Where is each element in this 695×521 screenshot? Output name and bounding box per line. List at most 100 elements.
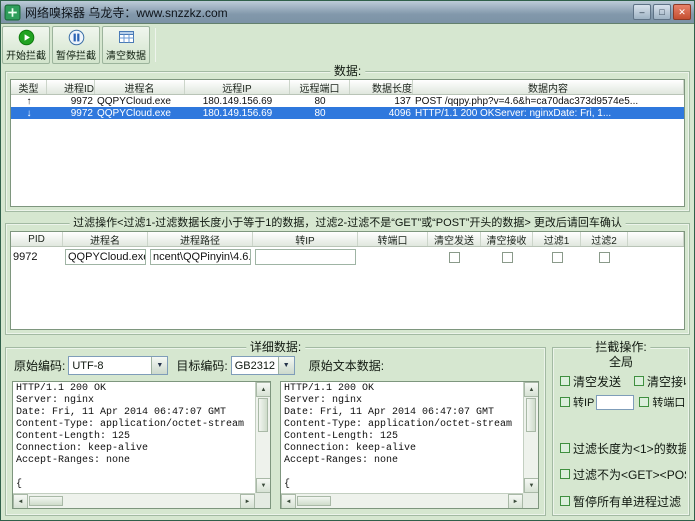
- pause-capture-label: 暂停拦截: [56, 47, 96, 62]
- target-encoding-select[interactable]: GB2312 ▼: [231, 356, 295, 375]
- maximize-button[interactable]: □: [653, 4, 671, 20]
- titlebar[interactable]: 网络嗅探器 乌龙寺：www.snzzkz.com – □ ✕: [1, 1, 694, 24]
- filter-row[interactable]: 9972 QQPYCloud.exe ncent\QQPinyin\4.6.: [11, 247, 684, 267]
- column-header-pid[interactable]: 进程ID: [47, 80, 95, 94]
- global-clear-send-checkbox[interactable]: [560, 376, 570, 386]
- global-label: 全局: [609, 353, 633, 369]
- packet-direction-icon: ↓: [11, 107, 47, 119]
- packet-row[interactable]: ↑ 9972 QQPYCloud.exe 180.149.156.69 80 1…: [11, 95, 684, 107]
- filter-redirect-port-cell[interactable]: [358, 247, 428, 267]
- scrollbar-track[interactable]: [256, 397, 270, 478]
- filter-filter1-checkbox[interactable]: [552, 252, 563, 263]
- packet-pid: 9972: [47, 107, 95, 119]
- filter-process-field[interactable]: QQPYCloud.exe: [65, 249, 146, 265]
- column-header-filter1[interactable]: 过滤1: [533, 232, 581, 246]
- packet-content: HTTP/1.1 200 OKServer: nginxDate: Fri, 1…: [413, 107, 684, 119]
- filter-clear-recv-checkbox[interactable]: [502, 252, 513, 263]
- clear-data-button[interactable]: 清空数据: [102, 26, 150, 64]
- filter-clear-send-checkbox[interactable]: [449, 252, 460, 263]
- column-header-content[interactable]: 数据内容: [413, 80, 684, 94]
- minimize-button[interactable]: –: [633, 4, 651, 20]
- scroll-up-icon[interactable]: ▲: [524, 382, 539, 397]
- source-encoding-select[interactable]: UTF-8 ▼: [68, 356, 168, 375]
- scrollbar-thumb[interactable]: [29, 496, 63, 506]
- global-clear-recv-label: 清空接收: [647, 373, 686, 389]
- chevron-down-icon[interactable]: ▼: [278, 357, 294, 374]
- column-header-process[interactable]: 进程名: [63, 232, 148, 246]
- packet-table[interactable]: 类型 进程ID 进程名 远程IP 远程端口 数据长度 数据内容 ↑ 9972 Q…: [10, 79, 685, 207]
- start-capture-icon: [18, 29, 35, 46]
- pause-capture-button[interactable]: 暂停拦截: [52, 26, 100, 64]
- filter-group: 过滤操作<过滤1-过滤数据长度小于等于1的数据，过滤2-过滤不是“GET”或“P…: [5, 223, 690, 335]
- column-header-type[interactable]: 类型: [11, 80, 47, 94]
- filter-prefix-checkbox[interactable]: [560, 469, 570, 479]
- raw-text-pane[interactable]: HTTP/1.1 200 OK Server: nginx Date: Fri,…: [280, 381, 539, 509]
- scroll-up-icon[interactable]: ▲: [256, 382, 271, 397]
- global-redirect-ip-checkbox[interactable]: [560, 397, 570, 407]
- toolbar: 开始拦截 暂停拦截 清空数据: [1, 24, 694, 66]
- clear-data-label: 清空数据: [106, 47, 146, 62]
- horizontal-scrollbar[interactable]: ◄ ►: [13, 493, 255, 508]
- column-header-remote-ip[interactable]: 远程IP: [185, 80, 290, 94]
- filter-redirect-ip-field[interactable]: [255, 249, 356, 265]
- scrollbar-track[interactable]: [524, 397, 538, 478]
- scrollbar-track[interactable]: [28, 494, 240, 508]
- filter-filter2-cell: [581, 247, 628, 267]
- column-header-remote-port[interactable]: 远程端口: [290, 80, 350, 94]
- global-redirect-ip-input[interactable]: [596, 395, 634, 410]
- packet-row-selected[interactable]: ↓ 9972 QQPYCloud.exe 180.149.156.69 80 4…: [11, 107, 684, 119]
- vertical-scrollbar[interactable]: ▲ ▼: [255, 382, 270, 493]
- horizontal-scrollbar[interactable]: ◄ ►: [281, 493, 523, 508]
- global-redirect-row: 转IP 转端口: [560, 394, 686, 410]
- packet-length: 137: [350, 95, 413, 107]
- scroll-down-icon[interactable]: ▼: [256, 478, 271, 493]
- scrollbar-thumb[interactable]: [526, 398, 536, 432]
- close-icon: ✕: [678, 8, 686, 17]
- scrollbar-track[interactable]: [296, 494, 508, 508]
- filter-path-field[interactable]: ncent\QQPinyin\4.6.: [150, 249, 251, 265]
- scroll-down-icon[interactable]: ▼: [524, 478, 539, 493]
- filter-filter2-checkbox[interactable]: [599, 252, 610, 263]
- scrollbar-thumb[interactable]: [258, 398, 268, 432]
- scroll-left-icon[interactable]: ◄: [281, 494, 296, 509]
- pause-all-checkbox[interactable]: [560, 496, 570, 506]
- column-header-process[interactable]: 进程名: [95, 80, 185, 94]
- column-header-redirect-port[interactable]: 转端口: [358, 232, 428, 246]
- scrollbar-thumb[interactable]: [297, 496, 331, 506]
- scroll-left-icon[interactable]: ◄: [13, 494, 28, 509]
- column-header-path[interactable]: 进程路径: [148, 232, 253, 246]
- scrollbar-corner: [523, 493, 538, 508]
- filter-length-checkbox[interactable]: [560, 443, 570, 453]
- filter-group-title: 过滤操作<过滤1-过滤数据长度小于等于1的数据，过滤2-过滤不是“GET”或“P…: [69, 216, 626, 230]
- packet-remote-ip: 180.149.156.69: [185, 107, 290, 119]
- column-header-clear-send[interactable]: 清空发送: [428, 232, 481, 246]
- scrollbar-corner: [255, 493, 270, 508]
- filter-table[interactable]: PID 进程名 进程路径 转IP 转端口 清空发送 清空接收 过滤1 过滤2 9…: [10, 231, 685, 330]
- start-capture-button[interactable]: 开始拦截: [2, 26, 50, 64]
- detail-group: 详细数据: 原始编码: UTF-8 ▼ 目标编码: GB2312 ▼ 原始文本数…: [5, 347, 546, 516]
- column-header-pid[interactable]: PID: [11, 232, 63, 246]
- close-button[interactable]: ✕: [673, 4, 691, 20]
- scroll-right-icon[interactable]: ►: [508, 494, 523, 509]
- packet-table-body: ↑ 9972 QQPYCloud.exe 180.149.156.69 80 1…: [11, 95, 684, 206]
- converted-text-pane[interactable]: HTTP/1.1 200 OK Server: nginx Date: Fri,…: [12, 381, 271, 509]
- minimize-icon: –: [639, 8, 644, 17]
- global-clear-recv-checkbox[interactable]: [634, 376, 644, 386]
- vertical-scrollbar[interactable]: ▲ ▼: [523, 382, 538, 493]
- column-header-redirect-ip[interactable]: 转IP: [253, 232, 358, 246]
- column-header-clear-recv[interactable]: 清空接收: [481, 232, 533, 246]
- detail-group-title: 详细数据:: [246, 340, 305, 354]
- maximize-icon: □: [659, 8, 664, 17]
- filter-length-label: 过滤长度为<1>的数据: [573, 440, 686, 456]
- chevron-down-icon[interactable]: ▼: [151, 357, 167, 374]
- column-header-length[interactable]: 数据长度: [350, 80, 413, 94]
- clear-data-icon: [118, 29, 135, 46]
- packet-remote-port: 80: [290, 95, 350, 107]
- source-encoding-label: 原始编码:: [14, 357, 65, 374]
- global-redirect-port-checkbox[interactable]: [639, 397, 649, 407]
- column-header-filter2[interactable]: 过滤2: [581, 232, 628, 246]
- data-group: 数据: 类型 进程ID 进程名 远程IP 远程端口 数据长度 数据内容 ↑ 99…: [5, 71, 690, 212]
- raw-text-content: HTTP/1.1 200 OK Server: nginx Date: Fri,…: [284, 383, 522, 492]
- filter-clear-recv-cell: [481, 247, 533, 267]
- scroll-right-icon[interactable]: ►: [240, 494, 255, 509]
